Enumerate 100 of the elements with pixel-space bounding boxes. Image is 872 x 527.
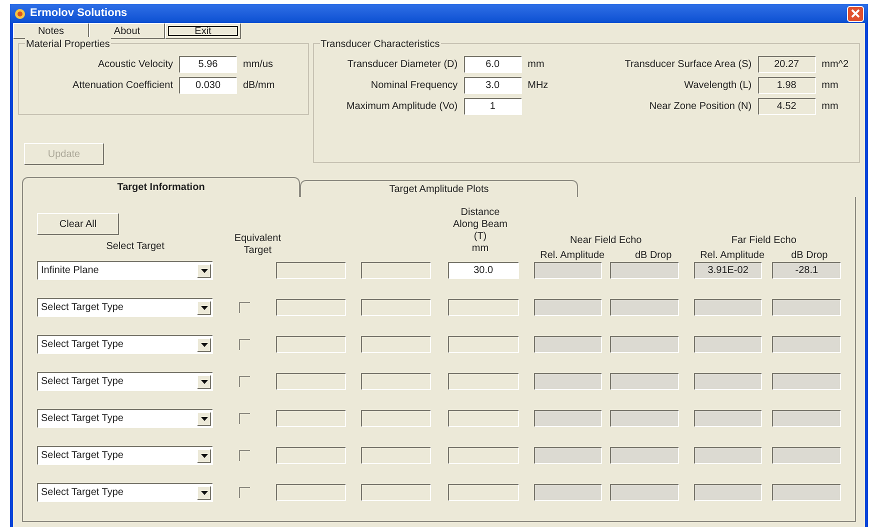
unit-label: mm <box>822 100 840 114</box>
output-field <box>276 262 346 279</box>
output-field <box>694 484 762 501</box>
column-header: Rel. Amplitude <box>700 249 765 263</box>
output-field: 1.98 <box>758 77 816 94</box>
output-field <box>534 336 602 353</box>
output-field <box>694 299 762 316</box>
column-header: Far Field Echo <box>731 234 796 248</box>
output-field <box>772 447 841 464</box>
field-label: Near Zone Position (N) <box>648 100 752 114</box>
output-field <box>610 410 679 427</box>
input-field[interactable]: 6.0 <box>464 56 522 73</box>
output-field <box>772 336 841 353</box>
checkbox[interactable] <box>239 376 250 387</box>
close-icon <box>851 9 860 18</box>
output-field <box>610 336 679 353</box>
input-field[interactable]: 5.96 <box>179 56 237 73</box>
unit-label: mm <box>822 79 840 93</box>
output-field: 20.27 <box>758 56 816 73</box>
field-label: Maximum Amplitude (Vo) <box>345 100 458 114</box>
tab[interactable]: Target Amplitude Plots <box>300 180 578 197</box>
app-icon <box>14 8 26 20</box>
target-dropdown[interactable]: Select Target Type <box>37 409 214 428</box>
dropdown-value: Select Target Type <box>41 412 124 426</box>
target-dropdown[interactable]: Select Target Type <box>37 446 214 465</box>
clear-all-button[interactable]: Clear All <box>37 213 119 235</box>
output-field <box>534 484 602 501</box>
unit-label: MHz <box>528 79 550 93</box>
output-field <box>361 373 432 390</box>
menu-button[interactable]: Exit <box>165 23 241 39</box>
target-dropdown[interactable]: Select Target Type <box>37 298 214 317</box>
field-label: Wavelength (L) <box>683 79 752 93</box>
tab[interactable]: Target Information <box>22 177 300 197</box>
menu-button[interactable]: About <box>89 23 165 39</box>
output-field <box>276 299 346 316</box>
output-field <box>772 410 841 427</box>
output-field <box>448 447 519 464</box>
output-field <box>361 484 432 501</box>
target-dropdown[interactable]: Select Target Type <box>37 335 214 354</box>
input-field[interactable]: 1 <box>464 98 522 115</box>
checkbox[interactable] <box>239 339 250 350</box>
column-header: Rel. Amplitude <box>540 249 605 263</box>
dropdown-value: Select Target Type <box>41 301 124 315</box>
checkbox[interactable] <box>239 450 250 461</box>
output-field <box>694 373 762 390</box>
dropdown-value: Infinite Plane <box>41 264 100 278</box>
output-field <box>694 336 762 353</box>
output-field <box>448 410 519 427</box>
target-dropdown[interactable]: Select Target Type <box>37 483 214 502</box>
column-header: dB Drop <box>634 249 672 263</box>
output-field <box>610 447 679 464</box>
output-field <box>694 447 762 464</box>
dropdown-value: Select Target Type <box>41 338 124 352</box>
target-dropdown[interactable]: Select Target Type <box>37 372 214 391</box>
unit-label: mm <box>528 58 546 72</box>
checkbox[interactable] <box>239 302 250 313</box>
field-label: Acoustic Velocity <box>96 58 173 72</box>
field-label: Nominal Frequency <box>370 79 458 93</box>
output-field <box>276 484 346 501</box>
output-field <box>772 299 841 316</box>
output-field <box>361 262 432 279</box>
output-field: -28.1 <box>772 262 841 279</box>
output-field <box>610 262 679 279</box>
checkbox[interactable] <box>239 487 250 498</box>
output-field <box>772 484 841 501</box>
column-header: Select Target <box>106 240 164 254</box>
output-field <box>361 299 432 316</box>
output-field <box>448 373 519 390</box>
group-title: Material Properties <box>25 37 111 52</box>
dropdown-value: Select Target Type <box>41 375 124 389</box>
output-field <box>448 299 519 316</box>
output-field <box>361 410 432 427</box>
input-field[interactable]: 0.030 <box>179 77 237 94</box>
checkbox[interactable] <box>239 413 250 424</box>
field-label: Attenuation Coefficient <box>72 79 173 93</box>
column-header: Equivalent Target <box>234 233 282 258</box>
output-field <box>534 410 602 427</box>
output-field <box>276 447 346 464</box>
output-field <box>534 373 602 390</box>
output-field <box>534 447 602 464</box>
output-field <box>361 447 432 464</box>
output-field <box>276 410 346 427</box>
output-field <box>772 373 841 390</box>
input-field[interactable]: 30.0 <box>448 262 519 279</box>
input-field[interactable]: 3.0 <box>464 77 522 94</box>
output-field <box>610 373 679 390</box>
dropdown-value: Select Target Type <box>41 486 124 500</box>
output-field <box>534 299 602 316</box>
field-label: Transducer Diameter (D) <box>346 58 458 72</box>
close-button[interactable] <box>847 6 864 22</box>
unit-label: dB/mm <box>243 79 276 93</box>
column-header: dB Drop <box>791 249 828 263</box>
output-field <box>276 373 346 390</box>
output-field <box>534 262 602 279</box>
output-field <box>610 299 679 316</box>
output-field <box>610 484 679 501</box>
output-field <box>694 410 762 427</box>
column-header: Distance Along Beam (T) mm <box>452 207 508 256</box>
output-field: 4.52 <box>758 98 816 115</box>
target-dropdown[interactable]: Infinite Plane <box>37 261 214 280</box>
